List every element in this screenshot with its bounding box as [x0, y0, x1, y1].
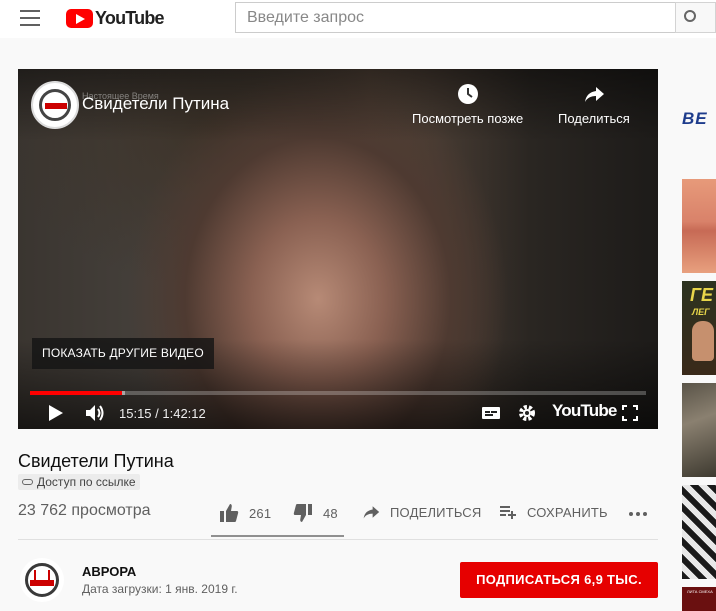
share-label: ПОДЕЛИТЬСЯ — [390, 504, 482, 520]
visibility-badge: Доступ по ссылке — [18, 474, 140, 490]
visibility-label: Доступ по ссылке — [37, 475, 136, 489]
time-display: 15:15 / 1:42:12 — [119, 406, 206, 421]
fullscreen-button[interactable] — [621, 401, 639, 425]
search-button[interactable] — [675, 2, 716, 33]
related-sidebar: BE ГЕ ЛЕГ ЛИТА СМЕХА — [682, 69, 716, 611]
youtube-play-icon — [66, 8, 93, 28]
logo-text: YouTube — [95, 7, 165, 28]
link-icon — [22, 479, 33, 485]
volume-button[interactable] — [84, 401, 106, 425]
subscribe-label: ПОДПИСАТЬСЯ — [476, 572, 581, 587]
more-actions-button[interactable] — [628, 503, 660, 521]
search-box — [235, 2, 676, 33]
like-ratio-bar — [211, 535, 344, 537]
youtube-watermark-button[interactable]: YouTube — [552, 401, 617, 421]
search-input[interactable] — [236, 3, 675, 32]
share-button[interactable]: ПОДЕЛИТЬСЯ — [362, 503, 481, 521]
like-button[interactable]: 261 — [219, 503, 271, 523]
share-label-overlay: Поделиться — [558, 111, 630, 126]
progress-bar[interactable] — [30, 391, 646, 395]
play-button[interactable] — [46, 401, 66, 425]
thumbnail-label: ЛИТА СМЕХА — [687, 589, 713, 594]
watch-later-label: Посмотреть позже — [412, 111, 524, 126]
masthead: YouTube — [0, 0, 716, 38]
related-thumbnail[interactable]: ГЕ ЛЕГ — [682, 281, 716, 375]
video-title: Свидетели Путина — [18, 451, 174, 471]
dislike-button[interactable]: 48 — [293, 503, 338, 523]
search-icon — [684, 10, 696, 22]
thumbnail-title: ГЕ — [690, 285, 714, 305]
channel-name[interactable]: АВРОРА — [82, 564, 136, 579]
save-button[interactable]: СОХРАНИТЬ — [499, 503, 608, 521]
play-icon — [49, 405, 63, 421]
playlist-add-icon — [500, 506, 516, 519]
divider — [18, 539, 658, 540]
save-label: СОХРАНИТЬ — [527, 504, 608, 520]
ad-banner[interactable]: BE — [682, 109, 708, 129]
subscriber-count: 6,9 ТЫС. — [584, 572, 642, 587]
video-player[interactable]: Настоящее Время Свидетели Путина Посмотр… — [18, 69, 658, 429]
watch-later-button[interactable]: Посмотреть позже — [412, 83, 523, 126]
share-icon — [363, 506, 380, 519]
gear-icon — [519, 405, 535, 421]
like-count: 261 — [249, 505, 272, 521]
related-thumbnail[interactable] — [682, 485, 716, 579]
thumbnail-subtitle: ЛЕГ — [692, 307, 710, 317]
view-count: 23 762 просмотра — [18, 502, 151, 519]
upload-date: Дата загрузки: 1 янв. 2019 г. — [82, 582, 238, 596]
more-icon — [629, 512, 647, 516]
more-videos-button[interactable]: ПОКАЗАТЬ ДРУГИЕ ВИДЕО — [32, 338, 214, 369]
progress-played — [30, 391, 122, 395]
related-thumbnail[interactable] — [682, 179, 716, 273]
fullscreen-icon — [622, 405, 638, 421]
dislike-count: 48 — [323, 505, 338, 521]
subscribe-button[interactable]: ПОДПИСАТЬСЯ 6,9 ТЫС. — [460, 562, 658, 598]
youtube-logo[interactable]: YouTube — [66, 7, 165, 28]
share-icon — [584, 87, 604, 102]
player-title[interactable]: Свидетели Путина — [82, 94, 229, 114]
menu-icon[interactable] — [20, 10, 40, 26]
thumb-up-icon — [220, 504, 239, 522]
subtitles-icon — [482, 407, 500, 419]
settings-button[interactable] — [517, 401, 537, 425]
thumb-down-icon — [293, 504, 312, 522]
channel-logo-overlay[interactable] — [31, 81, 79, 129]
related-thumbnail[interactable] — [682, 383, 716, 477]
share-button-overlay[interactable]: Поделиться — [558, 83, 630, 126]
related-thumbnail[interactable]: ЛИТА СМЕХА — [682, 587, 716, 611]
clock-icon — [457, 84, 478, 104]
channel-avatar[interactable] — [20, 558, 64, 602]
volume-icon — [86, 405, 104, 421]
subtitles-button[interactable] — [481, 401, 501, 425]
